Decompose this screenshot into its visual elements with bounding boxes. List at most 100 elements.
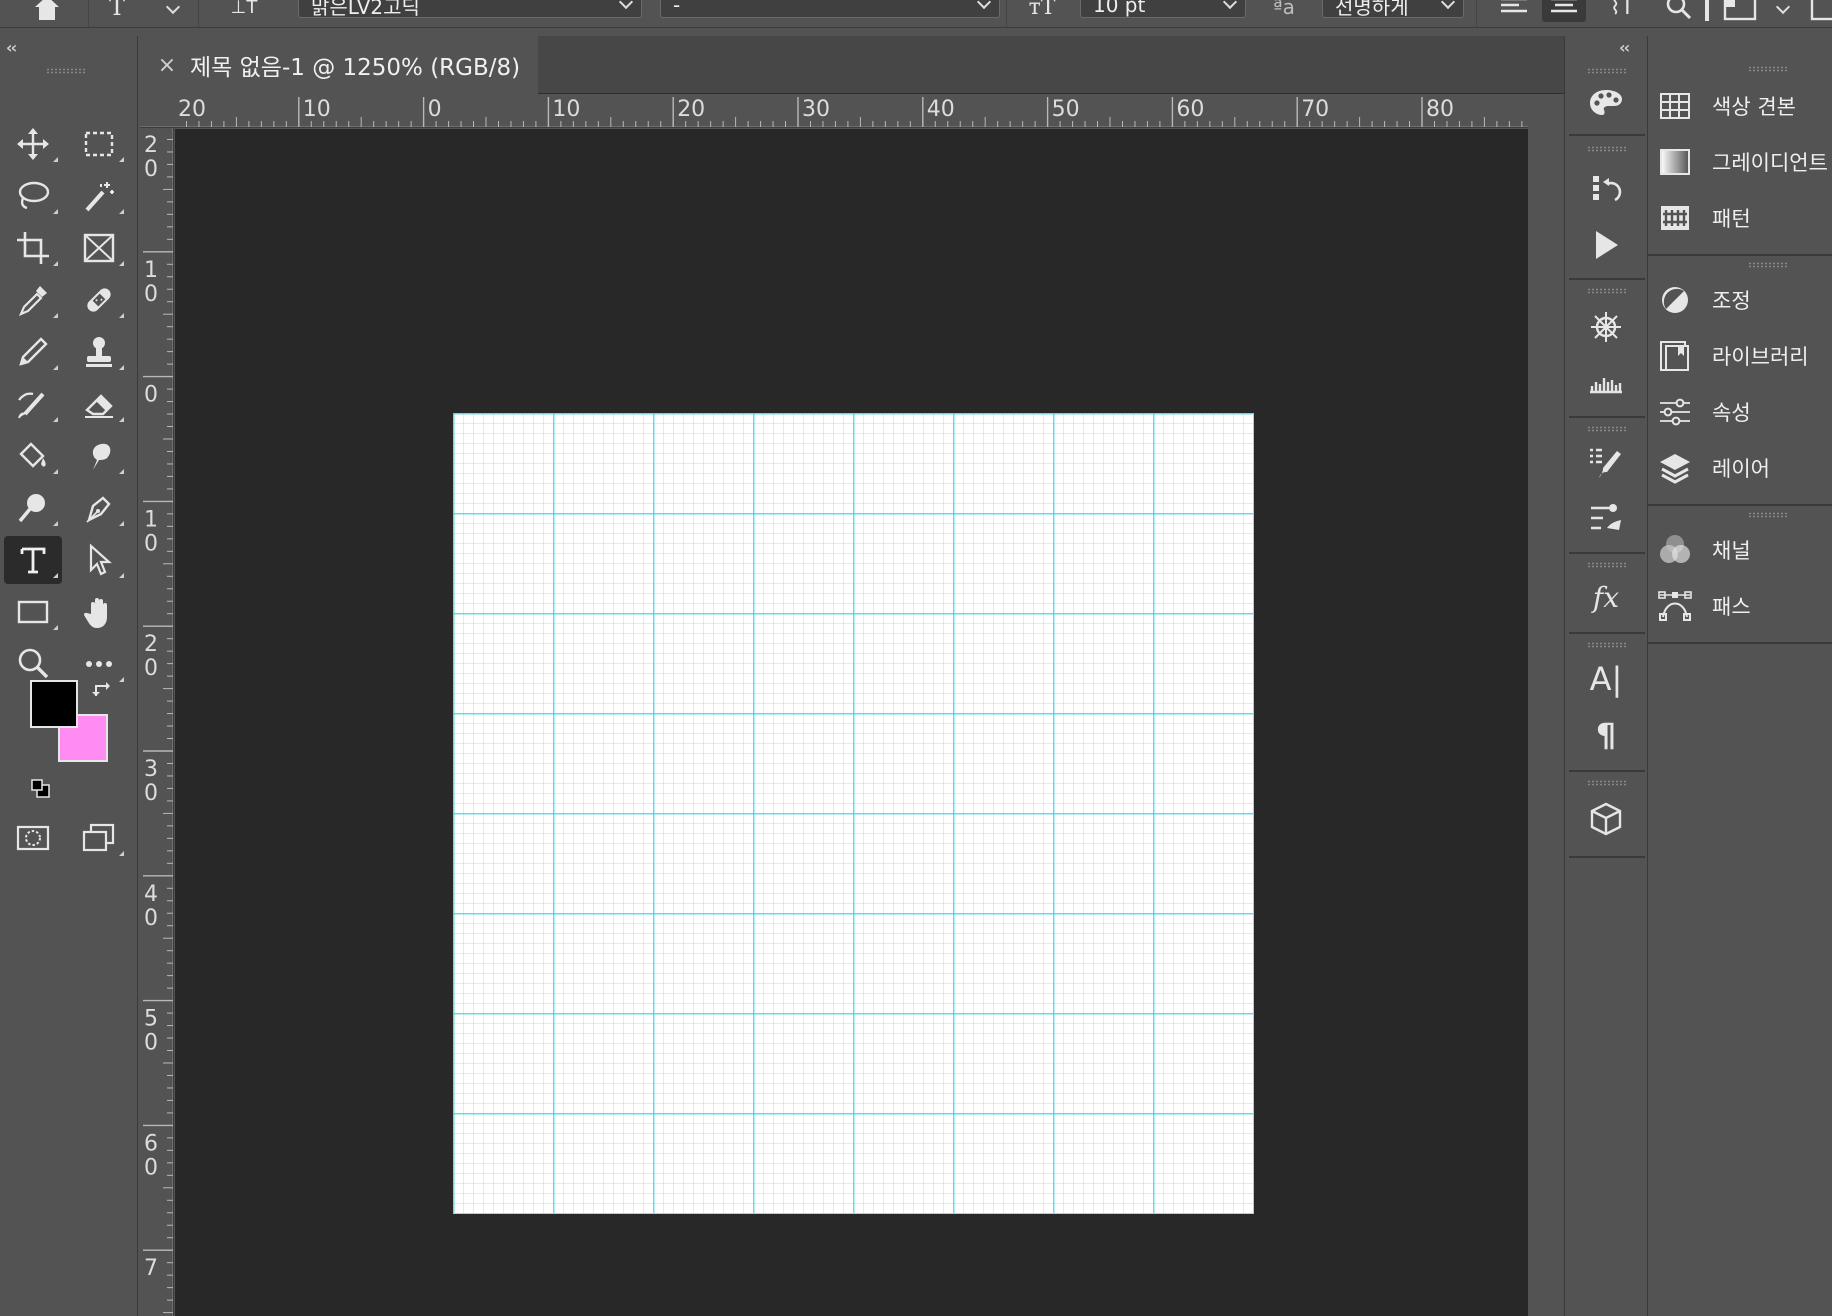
warp-text-icon[interactable]: ⌇T (1602, 0, 1642, 22)
paint-bucket-icon[interactable] (4, 432, 62, 480)
panel-divider (1648, 504, 1832, 506)
document-canvas[interactable] (453, 413, 1254, 1214)
panel-paths[interactable]: 패스 (1658, 584, 1832, 628)
font-family-select[interactable]: 맑은LV2고딕 (298, 0, 642, 18)
align-center-icon[interactable] (1542, 0, 1586, 22)
adjustments-icon (1662, 287, 1688, 313)
foreground-color-swatch[interactable] (30, 680, 78, 728)
panel-grip[interactable] (1748, 262, 1788, 268)
smudge-icon[interactable] (70, 432, 128, 480)
eraser-icon[interactable] (70, 380, 128, 428)
pencil-icon[interactable] (4, 328, 62, 376)
move-tool-icon[interactable] (4, 120, 62, 168)
panel-swatches[interactable]: 색상 견본 (1658, 84, 1832, 128)
ruler-tick-label: 40 (927, 97, 955, 122)
panel-properties[interactable]: 속성 (1658, 390, 1832, 434)
panel-patterns[interactable]: 패턴 (1658, 196, 1832, 240)
strip-divider (1569, 278, 1645, 280)
collapse-panels-icon[interactable]: ‹‹ (1619, 38, 1630, 57)
workspace-icon[interactable] (1720, 0, 1760, 22)
home-icon[interactable] (30, 0, 64, 22)
panel-grip[interactable] (1587, 780, 1627, 786)
color-panel-icon[interactable] (1581, 80, 1631, 126)
panel-grip[interactable] (1587, 426, 1627, 432)
pen-icon[interactable] (70, 484, 128, 532)
document-scroll-area (1528, 94, 1564, 1316)
magic-wand-icon[interactable] (70, 172, 128, 220)
panel-channels[interactable]: 채널 (1658, 528, 1832, 572)
clone-stamp-icon[interactable] (70, 328, 128, 376)
layers-icon (1660, 454, 1690, 484)
healing-brush-icon[interactable] (70, 276, 128, 324)
panel-grip[interactable] (1587, 288, 1627, 294)
panel-libraries[interactable]: 라이브러리 (1658, 334, 1832, 378)
rectangular-marquee-icon[interactable] (70, 120, 128, 168)
antialias-select[interactable]: 선명하게 (1322, 0, 1464, 18)
collapse-left-icon[interactable]: ‹‹ (6, 38, 17, 57)
document-tab[interactable]: × 제목 없음-1 @ 1250% (RGB/8) (140, 36, 538, 94)
history-panel-icon[interactable] (1581, 166, 1631, 212)
search-icon[interactable] (1662, 0, 1696, 22)
type-tool-icon[interactable] (4, 536, 62, 584)
panel-grip[interactable] (1748, 512, 1788, 518)
paragraph-label: ¶ (1595, 716, 1617, 754)
quick-mask-icon[interactable] (4, 814, 62, 862)
character-panel-icon[interactable]: A| (1581, 656, 1631, 702)
strip-divider (1569, 416, 1645, 418)
eyedropper-icon[interactable] (4, 276, 62, 324)
horizontal-ruler[interactable]: 20 10 0 10 20 30 40 50 60 70 80 (140, 94, 1528, 128)
dodge-icon[interactable] (4, 484, 62, 532)
panel-gradients[interactable]: 그레이디언트 (1658, 140, 1832, 184)
panel-grip[interactable] (1587, 562, 1627, 568)
panel-grip[interactable] (1587, 146, 1627, 152)
history-brush-icon[interactable] (4, 380, 62, 428)
panel-divider (1648, 642, 1832, 644)
styles-fx-icon[interactable]: fx (1581, 574, 1631, 620)
panel-grip[interactable] (1587, 642, 1627, 648)
ruler-tick-label: 1 (144, 258, 158, 283)
ruler-tick-label: 20 (178, 97, 206, 122)
font-size-select[interactable]: 10 pt (1080, 0, 1246, 18)
paragraph-panel-icon[interactable]: ¶ (1581, 712, 1631, 758)
font-style-value: - (673, 0, 681, 17)
3d-panel-icon[interactable] (1581, 796, 1631, 842)
type-tool-preset-icon[interactable]: T (104, 0, 130, 22)
divider-bar-icon (1700, 0, 1714, 22)
ruler-tick-label: 50 (1052, 97, 1080, 122)
chevron-down-icon[interactable] (1775, 0, 1791, 15)
default-colors-icon[interactable] (30, 778, 52, 800)
rectangle-tool-icon[interactable] (4, 588, 62, 636)
vertical-ruler[interactable]: 201001020304050607 (140, 128, 174, 1316)
font-family-value: 맑은LV2고딕 (311, 0, 420, 18)
crop-icon[interactable] (4, 224, 62, 272)
panel-layers[interactable]: 레이어 (1658, 446, 1832, 490)
panel-adjustments[interactable]: 조정 (1658, 278, 1832, 322)
hand-tool-icon[interactable] (70, 588, 128, 636)
chevron-down-icon (976, 0, 992, 10)
brush-settings-icon[interactable] (1581, 440, 1631, 486)
antialias-icon: ªa (1273, 0, 1295, 19)
align-left-icon[interactable] (1496, 0, 1532, 22)
panel-grip[interactable] (46, 68, 86, 74)
chevron-down-icon[interactable] (165, 0, 181, 15)
swatches-icon (1660, 93, 1690, 119)
font-size-value: 10 pt (1093, 0, 1146, 17)
panel-grip[interactable] (1748, 66, 1788, 72)
frame-tool-icon[interactable] (70, 224, 128, 272)
font-style-select[interactable]: - (660, 0, 1000, 18)
navigator-panel-icon[interactable] (1581, 304, 1631, 350)
ruler-tick-label: 0 (144, 157, 158, 182)
share-icon[interactable] (1808, 0, 1832, 22)
lasso-icon[interactable] (4, 172, 62, 220)
close-tab-icon[interactable]: × (154, 53, 180, 78)
text-orientation-icon[interactable]: ⊥T (224, 0, 264, 22)
panel-grip[interactable] (1587, 68, 1627, 74)
path-selection-icon[interactable] (70, 536, 128, 584)
ruler-tick-label: 20 (677, 97, 705, 122)
screen-mode-icon[interactable] (70, 814, 128, 862)
brush-presets-icon[interactable] (1581, 494, 1631, 540)
ruler-tick-label: 10 (303, 97, 331, 122)
histogram-panel-icon[interactable] (1581, 358, 1631, 404)
actions-play-icon[interactable] (1581, 222, 1631, 268)
swap-colors-icon[interactable] (90, 678, 116, 704)
